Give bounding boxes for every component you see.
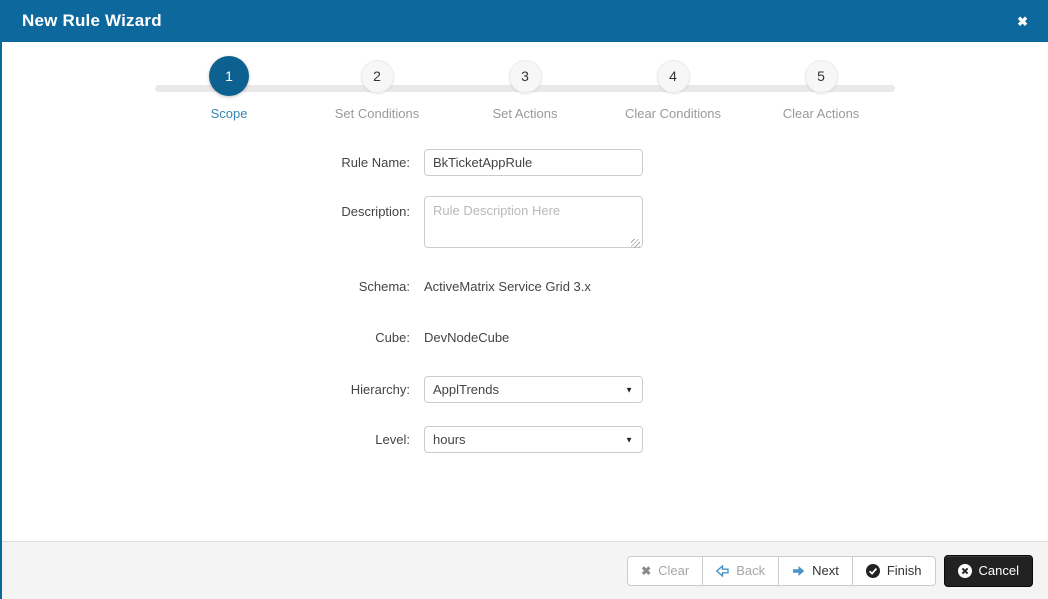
new-rule-wizard-dialog: New Rule Wizard ✖ 1 Scope 2 Set Conditio… — [0, 0, 1048, 599]
schema-label: Schema: — [210, 279, 410, 294]
step-set-conditions: 2 Set Conditions — [303, 55, 451, 121]
level-label: Level: — [210, 432, 410, 447]
scope-form: Rule Name: Description: Schema: ActiveMa… — [2, 149, 1048, 453]
dialog-title: New Rule Wizard — [22, 11, 162, 31]
step-scope: 1 Scope — [155, 55, 303, 121]
close-icon[interactable]: ✖ — [1013, 11, 1032, 32]
step-circle-2: 2 — [361, 60, 394, 93]
step-clear-actions: 5 Clear Actions — [747, 55, 895, 121]
arrow-right-icon — [792, 565, 805, 577]
wizard-button-group: ✖ Clear Back Next Finish — [627, 556, 935, 586]
step-clear-conditions: 4 Clear Conditions — [599, 55, 747, 121]
level-selected-value: hours — [433, 432, 466, 447]
step-set-actions: 3 Set Actions — [451, 55, 599, 121]
clear-x-icon: ✖ — [641, 564, 651, 578]
hierarchy-label: Hierarchy: — [210, 382, 410, 397]
rule-name-row: Rule Name: — [210, 149, 1048, 176]
schema-value: ActiveMatrix Service Grid 3.x — [424, 279, 591, 294]
level-row: Level: hours ▼ — [210, 426, 1048, 453]
textarea-resize-handle[interactable] — [631, 239, 640, 248]
clear-button[interactable]: ✖ Clear — [627, 556, 703, 586]
step-label-clear-actions: Clear Actions — [783, 106, 860, 121]
cube-label: Cube: — [210, 330, 410, 345]
dialog-footer: ✖ Clear Back Next Finish Cancel — [2, 541, 1048, 599]
next-button[interactable]: Next — [778, 556, 853, 586]
description-row: Description: — [210, 196, 1048, 253]
rule-name-label: Rule Name: — [210, 155, 410, 170]
cube-row: Cube: DevNodeCube — [210, 324, 1048, 351]
dialog-body: 1 Scope 2 Set Conditions 3 Set Actions 4… — [2, 42, 1048, 541]
dialog-header: New Rule Wizard ✖ — [2, 0, 1048, 42]
step-label-scope: Scope — [211, 106, 248, 121]
level-select[interactable]: hours ▼ — [424, 426, 643, 453]
chevron-down-icon: ▼ — [625, 435, 633, 444]
x-circle-icon — [958, 564, 972, 578]
schema-row: Schema: ActiveMatrix Service Grid 3.x — [210, 273, 1048, 300]
finish-button[interactable]: Finish — [852, 556, 936, 586]
chevron-down-icon: ▼ — [625, 385, 633, 394]
description-label: Description: — [210, 196, 410, 219]
hierarchy-row: Hierarchy: ApplTrends ▼ — [210, 376, 1048, 403]
step-label-clear-conditions: Clear Conditions — [625, 106, 721, 121]
step-label-set-conditions: Set Conditions — [335, 106, 420, 121]
step-label-set-actions: Set Actions — [492, 106, 557, 121]
cancel-button-label: Cancel — [979, 563, 1019, 578]
back-button[interactable]: Back — [702, 556, 779, 586]
step-circle-3: 3 — [509, 60, 542, 93]
hierarchy-selected-value: ApplTrends — [433, 382, 499, 397]
rule-name-input[interactable] — [424, 149, 643, 176]
finish-button-label: Finish — [887, 563, 922, 578]
next-button-label: Next — [812, 563, 839, 578]
cancel-button[interactable]: Cancel — [944, 555, 1033, 587]
description-textarea[interactable] — [424, 196, 643, 248]
step-circle-4: 4 — [657, 60, 690, 93]
arrow-left-icon — [716, 565, 729, 577]
check-circle-icon — [866, 564, 880, 578]
back-button-label: Back — [736, 563, 765, 578]
step-circle-1: 1 — [209, 56, 249, 96]
step-circle-5: 5 — [805, 60, 838, 93]
clear-button-label: Clear — [658, 563, 689, 578]
hierarchy-select[interactable]: ApplTrends ▼ — [424, 376, 643, 403]
wizard-stepper: 1 Scope 2 Set Conditions 3 Set Actions 4… — [155, 55, 895, 135]
cube-value: DevNodeCube — [424, 330, 509, 345]
